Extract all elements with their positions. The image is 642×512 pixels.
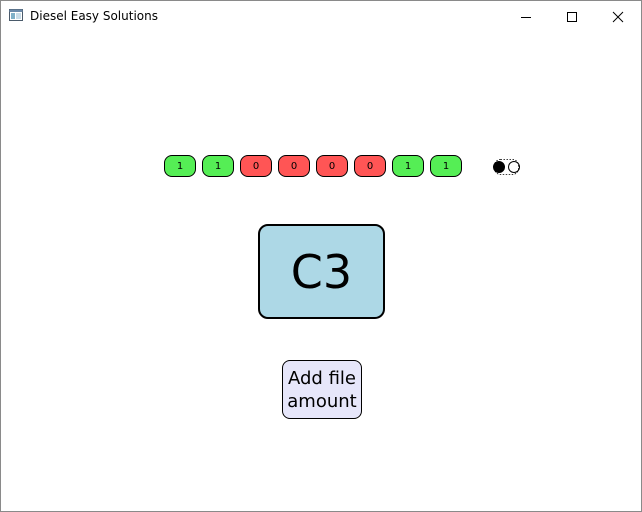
radio-group — [493, 159, 520, 175]
bit-toggle-3[interactable]: 0 — [240, 155, 272, 177]
bit-toggle-2[interactable]: 1 — [202, 155, 234, 177]
bit-toggle-8[interactable]: 1 — [430, 155, 462, 177]
app-window: Diesel Easy Solutions 1 1 0 0 0 0 1 1 C3… — [0, 0, 642, 512]
bit-toggle-7[interactable]: 1 — [392, 155, 424, 177]
add-file-amount-button[interactable]: Add file amount — [282, 360, 362, 419]
bit-toggle-5[interactable]: 0 — [316, 155, 348, 177]
minimize-button[interactable] — [503, 1, 549, 32]
title-bar[interactable]: Diesel Easy Solutions — [1, 1, 641, 32]
maximize-button[interactable] — [549, 1, 595, 32]
bit-toggle-4[interactable]: 0 — [278, 155, 310, 177]
bit-toggle-1[interactable]: 1 — [164, 155, 196, 177]
bit-toggle-6[interactable]: 0 — [354, 155, 386, 177]
hex-code-display: C3 — [258, 224, 385, 319]
window-app-icon — [9, 9, 23, 21]
maximize-icon — [567, 11, 577, 22]
minimize-icon — [521, 16, 531, 18]
close-icon — [612, 11, 624, 22]
bit-toggle-row: 1 1 0 0 0 0 1 1 — [164, 155, 462, 177]
window-title: Diesel Easy Solutions — [30, 9, 158, 23]
close-button[interactable] — [595, 1, 641, 32]
